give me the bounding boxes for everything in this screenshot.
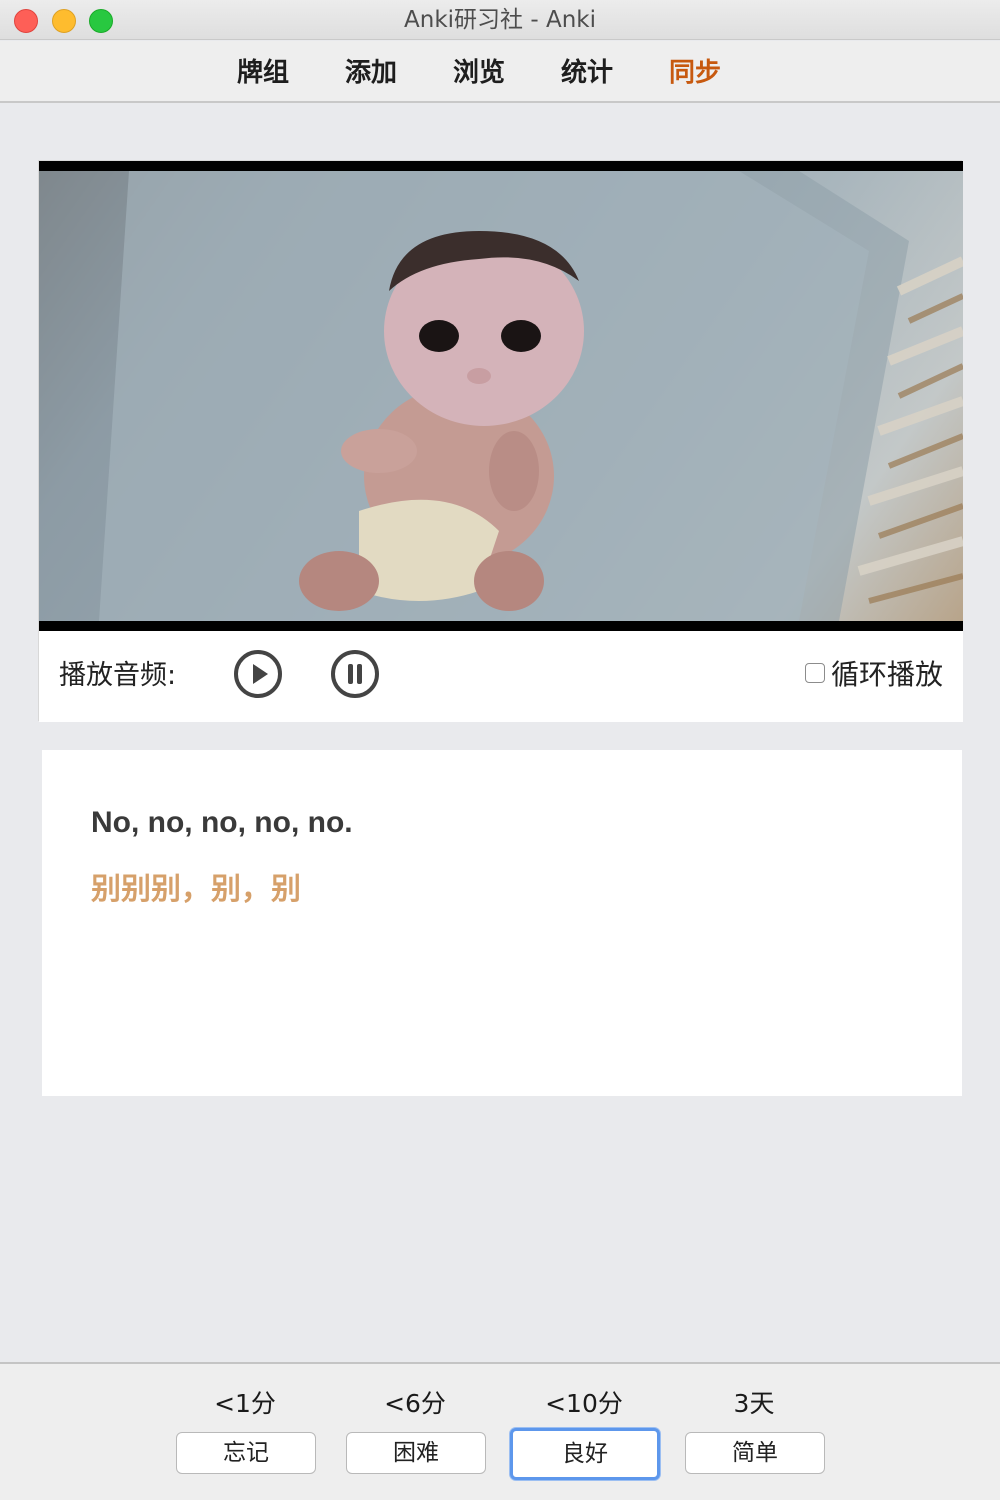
window-title: Anki研习社 - Anki [404, 7, 596, 33]
interval-good: <10分 [545, 1389, 623, 1418]
anki-window: Anki研习社 - Anki 牌组 添加 浏览 统计 同步 播放音频: 循环播放… [0, 0, 1000, 1500]
card-answer: No, no, no, no, no. 别别别，别，别 [42, 750, 962, 1096]
toolbar-add[interactable]: 添加 [345, 53, 397, 93]
loop-label: 循环播放 [830, 658, 943, 691]
loop-toggle[interactable]: 循环播放 [804, 653, 943, 693]
toolbar-browse[interactable]: 浏览 [453, 53, 505, 93]
toolbar-stats[interactable]: 统计 [561, 53, 613, 93]
video-panel: 播放音频: 循环播放 [38, 160, 963, 722]
play-audio-label: 播放音频: [59, 660, 177, 691]
good-button[interactable]: 良好 [510, 1428, 660, 1480]
video-player[interactable] [39, 161, 963, 631]
title-bar: Anki研习社 - Anki [0, 0, 1000, 40]
card-english-text: No, no, no, no, no. [91, 806, 353, 839]
card-chinese-text: 别别别，别，别 [91, 872, 301, 907]
easy-button[interactable]: 简单 [685, 1432, 825, 1474]
interval-hard: <6分 [384, 1389, 446, 1418]
toolbar-sync[interactable]: 同步 [669, 53, 721, 93]
interval-easy: 3天 [733, 1389, 775, 1418]
interval-again: <1分 [214, 1389, 276, 1418]
loop-checkbox[interactable] [804, 663, 825, 683]
audio-controls: 播放音频: 循环播放 [39, 631, 963, 722]
main-toolbar: 牌组 添加 浏览 统计 同步 [0, 41, 1000, 103]
toolbar-decks[interactable]: 牌组 [237, 53, 289, 93]
video-frame [39, 171, 963, 621]
play-circle-icon [234, 650, 282, 698]
hard-button[interactable]: 困难 [346, 1432, 486, 1474]
pause-button[interactable] [330, 649, 380, 699]
play-button[interactable] [233, 649, 283, 699]
answer-bar: <1分 <6分 <10分 3天 忘记 困难 良好 简单 [0, 1362, 1000, 1500]
video-still-image [39, 171, 963, 621]
pause-circle-icon [331, 650, 379, 698]
again-button[interactable]: 忘记 [176, 1432, 316, 1474]
